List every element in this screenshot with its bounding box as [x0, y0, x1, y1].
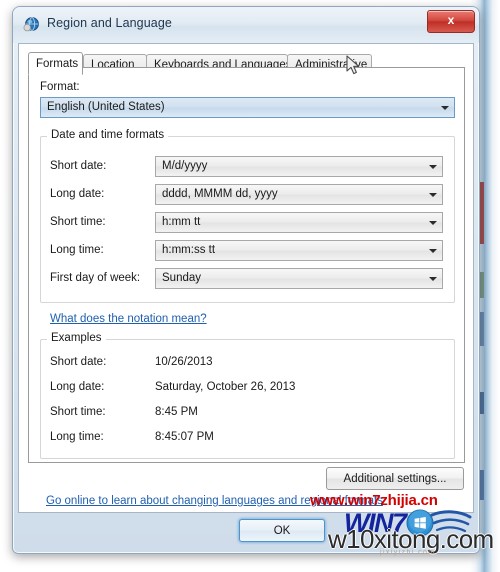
date-and-time-formats-title: Date and time formats	[47, 129, 169, 141]
dialog-body: Formats Location Keyboards and Languages…	[18, 43, 474, 513]
long-date-value: dddd, MMMM dd, yyyy	[162, 188, 278, 200]
long-date-select[interactable]: dddd, MMMM dd, yyyy	[155, 184, 443, 205]
short-date-label: Short date:	[50, 160, 107, 172]
format-select-value: English (United States)	[47, 101, 165, 113]
example-short-time-value: 8:45 PM	[155, 406, 198, 418]
long-time-value: h:mm:ss tt	[162, 244, 216, 256]
watermark-faint-subtext: jixiyizhi.com	[380, 549, 436, 556]
example-short-date-value: 10/26/2013	[155, 356, 213, 368]
first-day-of-week-value: Sunday	[162, 272, 202, 284]
short-time-value: h:mm tt	[162, 216, 201, 228]
format-select[interactable]: English (United States)	[40, 97, 455, 118]
example-long-date-label: Long date:	[50, 381, 105, 393]
short-time-label: Short time:	[50, 216, 106, 228]
tab-formats[interactable]: Formats	[28, 52, 83, 75]
short-time-select[interactable]: h:mm tt	[155, 212, 443, 233]
close-icon[interactable]: x	[427, 10, 475, 33]
tab-page-formats: Format: English (United States) Date and…	[28, 67, 465, 463]
example-short-time-label: Short time:	[50, 406, 106, 418]
example-long-time-label: Long time:	[50, 431, 104, 443]
ok-button[interactable]: OK	[239, 519, 325, 542]
screenshot-root: Region and Language x Formats Location K…	[0, 0, 500, 572]
example-long-date-value: Saturday, October 26, 2013	[155, 381, 296, 393]
title-bar[interactable]: Region and Language x	[13, 7, 479, 43]
long-time-select[interactable]: h:mm:ss tt	[155, 240, 443, 261]
chevron-down-icon	[429, 277, 437, 281]
chevron-down-icon	[441, 106, 449, 110]
mouse-cursor	[346, 55, 360, 75]
globe-icon	[23, 17, 39, 32]
long-time-label: Long time:	[50, 244, 104, 256]
additional-settings-button[interactable]: Additional settings...	[326, 467, 464, 490]
short-date-value: M/d/yyyy	[162, 160, 208, 172]
watermark-win7zhijia: www.win7zhijia.cn	[310, 492, 438, 509]
chevron-down-icon	[429, 221, 437, 225]
examples-title: Examples	[47, 332, 106, 344]
example-long-time-value: 8:45:07 PM	[155, 431, 214, 443]
window-title: Region and Language	[47, 16, 172, 30]
format-label: Format:	[40, 81, 80, 93]
long-date-label: Long date:	[50, 188, 105, 200]
chevron-down-icon	[429, 165, 437, 169]
first-day-of-week-label: First day of week:	[50, 272, 141, 284]
example-short-date-label: Short date:	[50, 356, 107, 368]
short-date-select[interactable]: M/d/yyyy	[155, 156, 443, 177]
chevron-down-icon	[429, 249, 437, 253]
region-and-language-dialog: Region and Language x Formats Location K…	[12, 6, 480, 554]
chevron-down-icon	[429, 193, 437, 197]
notation-help-link[interactable]: What does the notation mean?	[50, 313, 207, 325]
first-day-of-week-select[interactable]: Sunday	[155, 268, 443, 289]
